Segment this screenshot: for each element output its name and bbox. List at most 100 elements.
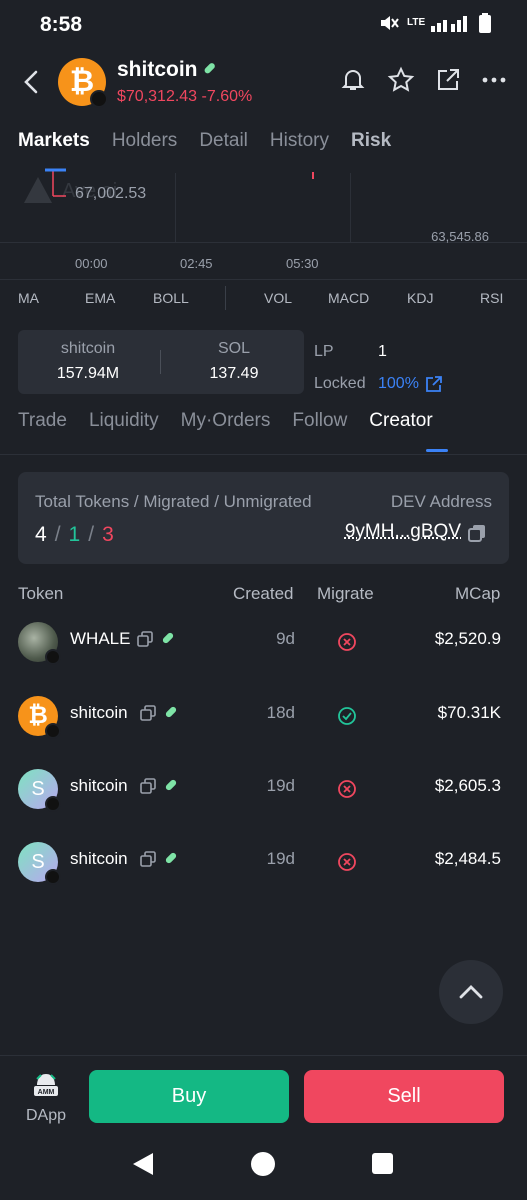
tab-liquidity[interactable]: Liquidity: [89, 410, 159, 432]
created-age: 19d: [266, 849, 295, 868]
solana-badge-icon: [45, 796, 61, 812]
candle: [312, 172, 314, 179]
token-name: shitcoin: [70, 849, 128, 868]
header-mcap[interactable]: MCap: [455, 584, 500, 604]
lp-info: LP 1 Locked 100%: [314, 336, 442, 400]
chart-low-label: 63,545.86: [431, 229, 489, 244]
locked-value[interactable]: 100%: [378, 375, 419, 393]
token-name: shitcoin: [70, 703, 128, 722]
network-label: LTE: [407, 17, 426, 28]
star-icon[interactable]: [387, 66, 415, 94]
dev-address-label: DEV Address: [390, 492, 492, 511]
table-row[interactable]: ₿ shitcoin 18d $70.31K: [0, 688, 527, 748]
tab-history[interactable]: History: [270, 130, 329, 152]
dapp-label: DApp: [25, 1107, 67, 1124]
divider: [0, 454, 527, 455]
indicator-ema[interactable]: EMA: [85, 290, 115, 306]
copy-icon[interactable]: [140, 851, 156, 867]
solana-badge-icon: [90, 90, 108, 108]
sell-button[interactable]: Sell: [304, 1070, 504, 1123]
created-age: 19d: [266, 776, 295, 795]
token-name: shitcoin: [70, 776, 128, 795]
tab-my-orders[interactable]: My·Orders: [181, 410, 271, 432]
pool-divider: [160, 350, 161, 374]
bitcoin-logo: ₿: [18, 696, 61, 739]
copy-icon[interactable]: [137, 631, 153, 647]
nav-back-icon[interactable]: [130, 1152, 156, 1176]
dev-address[interactable]: 9yMH...gBQV: [345, 521, 461, 543]
tab-risk[interactable]: Risk: [351, 130, 391, 152]
tab-creator[interactable]: Creator: [369, 410, 432, 432]
table-row[interactable]: WHALE 9d $2,520.9: [0, 614, 527, 674]
dapp-button[interactable]: AMM DApp: [18, 1072, 74, 1125]
coin-name: shitcoin: [117, 58, 198, 81]
market-cap: $2,520.9: [434, 629, 501, 648]
share-icon[interactable]: [435, 67, 461, 93]
coin-logo: ₿: [58, 58, 108, 108]
header-actions: [339, 66, 507, 94]
copy-icon[interactable]: [140, 705, 156, 721]
tab-trade[interactable]: Trade: [18, 410, 67, 432]
not-migrated-icon: [338, 633, 356, 651]
nav-home-icon[interactable]: [251, 1152, 275, 1176]
indicator-macd[interactable]: MACD: [328, 290, 369, 306]
coin-price-change: $70,312.43 -7.60%: [117, 88, 253, 105]
tab-detail[interactable]: Detail: [199, 130, 248, 152]
creator-summary-card: Total Tokens / Migrated / Unmigrated 4 / 1…: [18, 472, 509, 564]
table-row[interactable]: S shitcoin 19d $2,605.3: [0, 761, 527, 821]
solana-badge-icon: [45, 649, 61, 665]
mute-icon: [381, 16, 399, 30]
chart-time-label: 02:45: [180, 256, 213, 271]
pool-token-value: 157.94M: [56, 365, 120, 382]
scroll-to-top-button[interactable]: [439, 960, 503, 1024]
chart-time-label: 05:30: [286, 256, 319, 271]
back-icon[interactable]: [18, 66, 46, 98]
solana-badge-icon: [45, 869, 61, 885]
migrated-count: 1: [68, 523, 81, 546]
external-link-icon[interactable]: [425, 375, 442, 393]
header-migrate: Migrate: [317, 584, 374, 603]
tab-holders[interactable]: Holders: [112, 130, 177, 152]
high-marker-icon: [45, 168, 66, 197]
separator: /: [88, 523, 95, 546]
tab-follow[interactable]: Follow: [292, 410, 347, 432]
battery-icon: [479, 13, 491, 33]
token-table-header: Token Created Migrate MCap: [0, 584, 527, 606]
status-time: 8:58: [40, 13, 83, 36]
chevron-up-icon: [459, 985, 483, 999]
indicator-kdj[interactable]: KDJ: [407, 290, 433, 306]
amm-icon: AMM: [34, 1074, 58, 1096]
header-created[interactable]: Created: [233, 584, 293, 604]
indicator-ma[interactable]: MA: [18, 290, 39, 306]
chart-high-label: 67,002.53: [75, 185, 147, 202]
pool-token-reserve: shitcoin 157.94M: [18, 340, 158, 383]
system-nav-bar: [0, 1135, 527, 1200]
unmigrated-count: 3: [102, 523, 114, 546]
chart-time-label: 00:00: [75, 256, 108, 271]
table-row[interactable]: S shitcoin 19d $2,484.5: [0, 834, 527, 894]
lp-row: LP 1: [314, 336, 442, 368]
pill-icon: [204, 63, 215, 74]
tab-markets[interactable]: Markets: [18, 130, 90, 152]
more-icon[interactable]: [481, 67, 507, 93]
separator: /: [54, 523, 61, 546]
amm-badge-text: AMM: [38, 1089, 55, 1096]
copy-icon[interactable]: [467, 523, 487, 543]
not-migrated-icon: [338, 853, 356, 871]
indicator-boll[interactable]: BOLL: [153, 290, 189, 306]
copy-icon[interactable]: [140, 778, 156, 794]
price-chart[interactable]: Ave.ai 67,002.53 63,545.86 00:00 02:45 0…: [0, 165, 527, 280]
bell-icon[interactable]: [339, 66, 367, 94]
buy-button[interactable]: Buy: [89, 1070, 289, 1123]
sub-tabs: Trade Liquidity My·Orders Follow Creator: [18, 410, 433, 432]
indicator-rsi[interactable]: RSI: [480, 290, 503, 306]
pill-icon: [162, 632, 174, 644]
market-cap: $70.31K: [437, 703, 501, 722]
nav-recents-icon[interactable]: [372, 1153, 393, 1174]
avatar-glyph: ₿: [28, 702, 48, 729]
locked-row: Locked 100%: [314, 368, 442, 400]
letter-avatar: S: [18, 769, 61, 812]
indicator-vol[interactable]: VOL: [264, 290, 292, 306]
pool-sol-label: SOL: [217, 340, 250, 357]
active-tab-indicator: [426, 449, 448, 452]
